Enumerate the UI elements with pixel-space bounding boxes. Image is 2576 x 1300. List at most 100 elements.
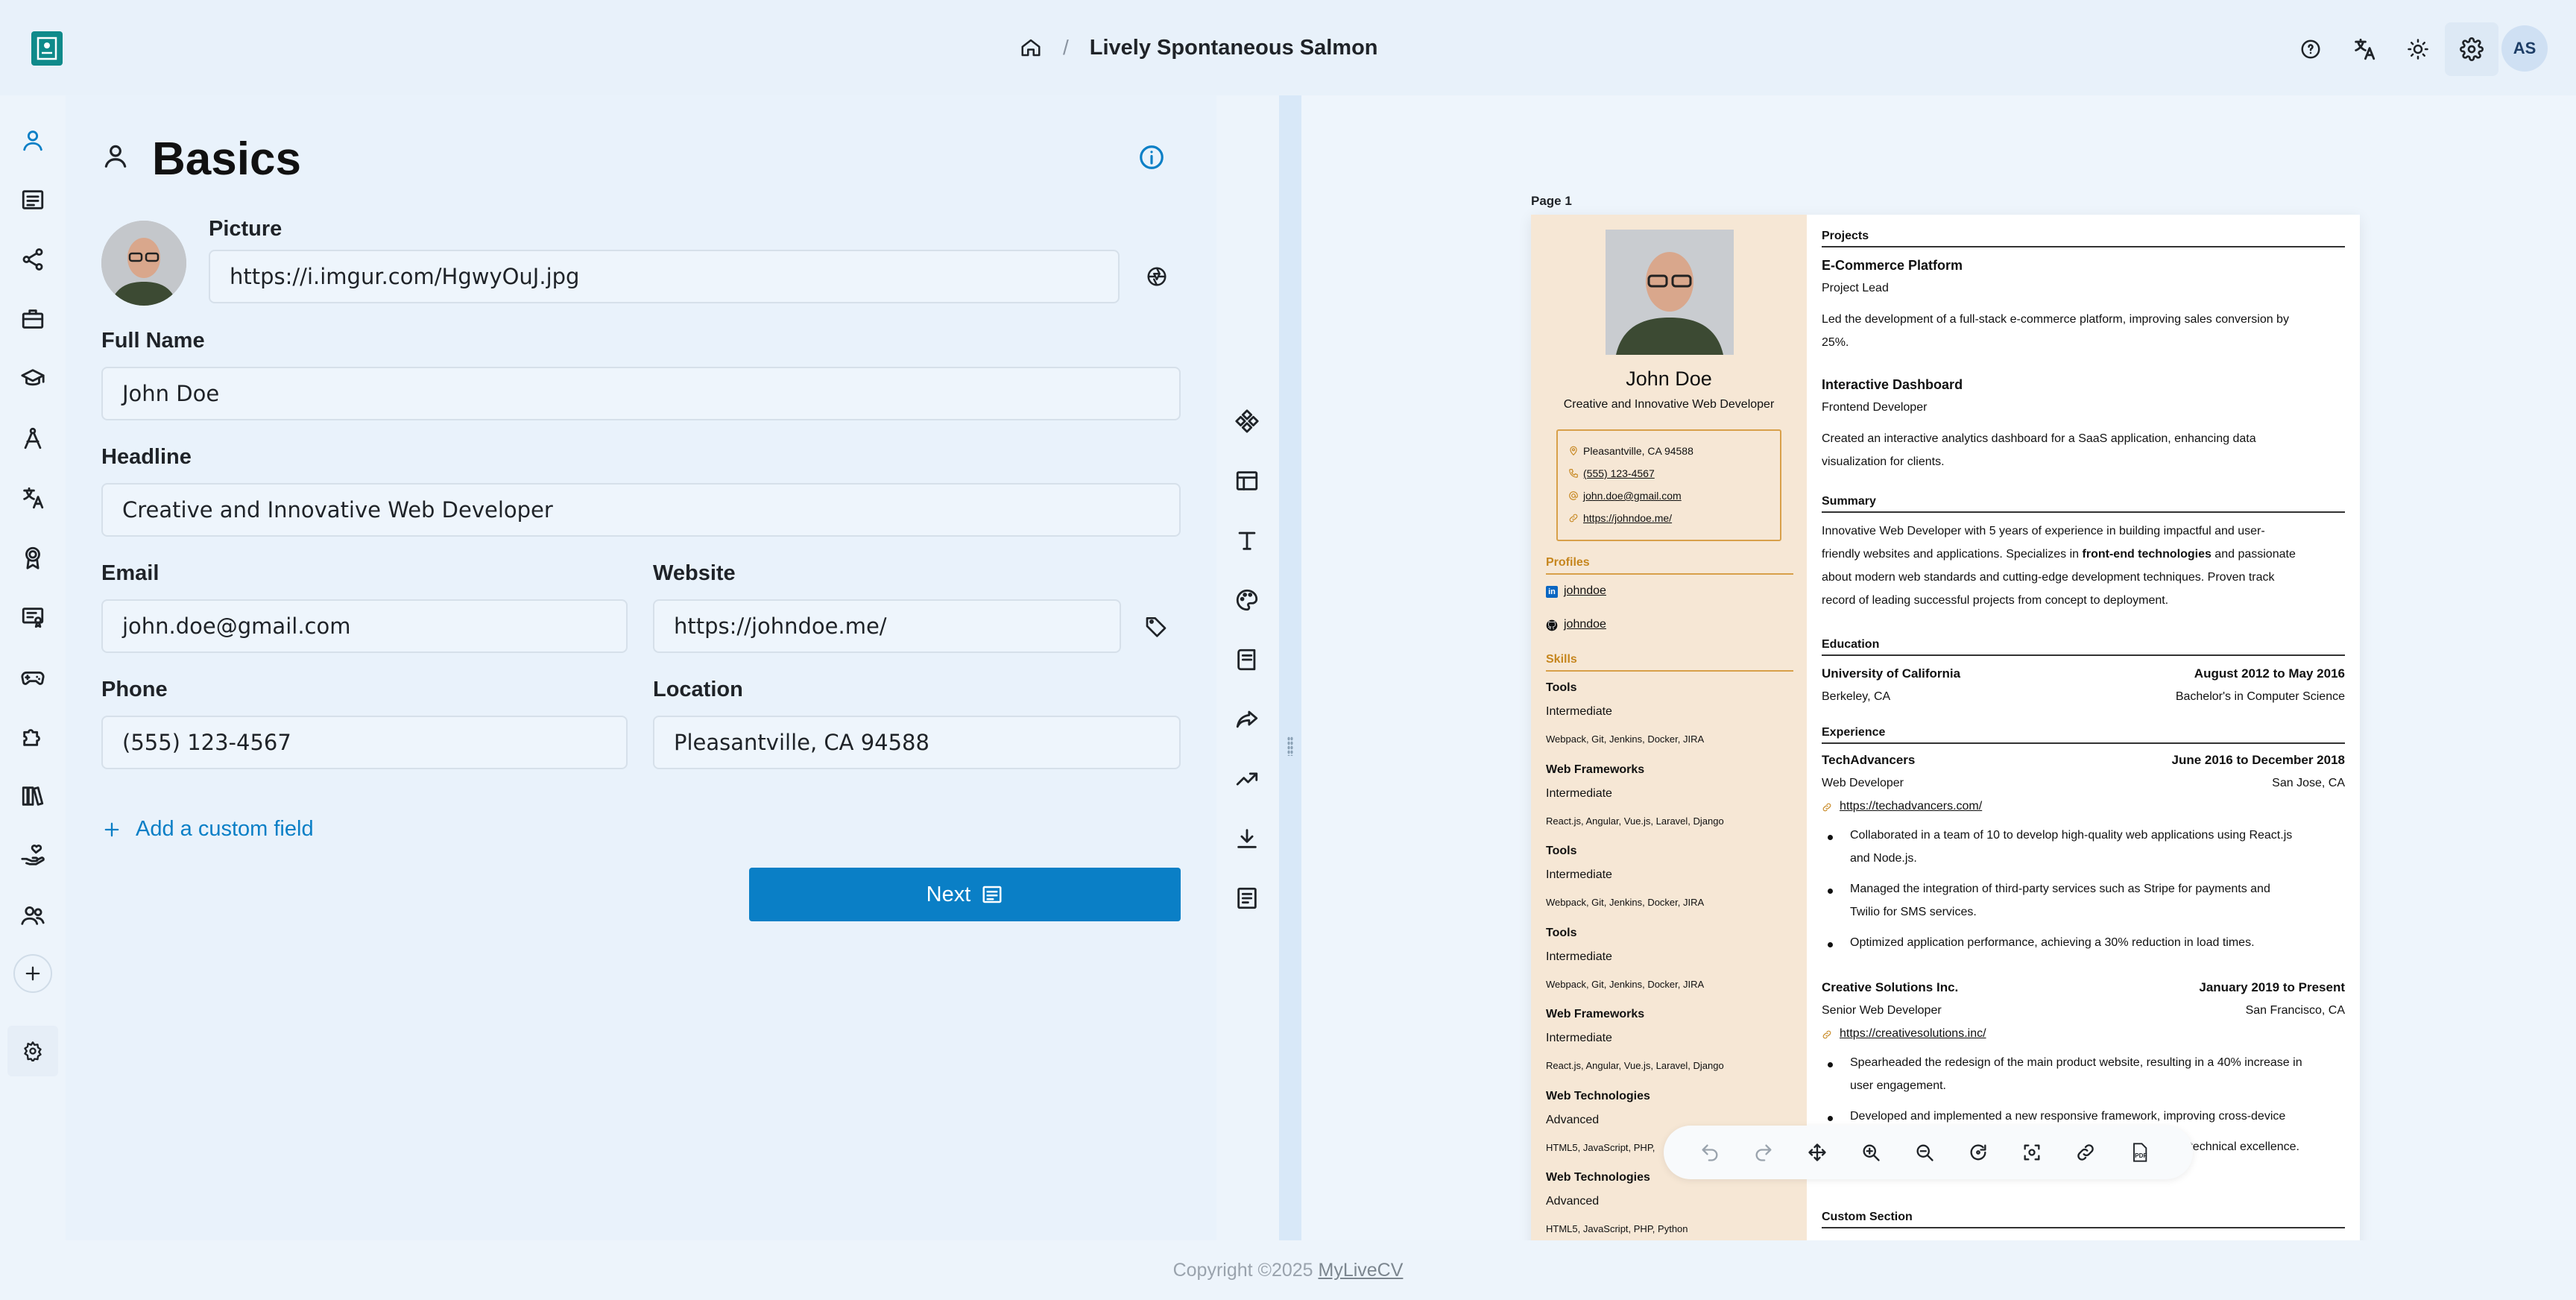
next-button[interactable]: Next [749, 868, 1181, 921]
gear-icon [22, 1041, 43, 1061]
skills-rule [1546, 670, 1793, 672]
location-input[interactable]: Pleasantville, CA 94588 [653, 716, 1181, 769]
bullet-dot [1828, 942, 1833, 947]
email-label: Email [101, 561, 160, 585]
download-icon[interactable] [1234, 826, 1260, 851]
sidebar-item-awards[interactable] [13, 538, 52, 577]
add-section-button[interactable] [13, 954, 52, 993]
language-button[interactable] [2337, 22, 2391, 76]
phone-input[interactable]: (555) 123-4567 [101, 716, 628, 769]
tag-icon[interactable] [1144, 614, 1168, 638]
profile-linkedin[interactable]: johndoe [1564, 584, 1606, 598]
experience-bullet-line: Twilio for SMS services. [1850, 906, 1977, 918]
contact-email[interactable]: john.doe@gmail.com [1583, 490, 1682, 502]
layout-icon[interactable] [1234, 468, 1260, 493]
sidebar-item-education[interactable] [13, 359, 52, 398]
app-logo[interactable] [31, 31, 63, 66]
settings-button[interactable] [2445, 22, 2498, 76]
sidebar-item-references[interactable] [13, 896, 52, 935]
picture-label: Picture [209, 217, 282, 241]
redo-icon[interactable] [1750, 1139, 1777, 1166]
skill-level: Intermediate [1546, 786, 1612, 800]
sidebar-item-certifications[interactable] [13, 598, 52, 637]
undo-icon[interactable] [1696, 1139, 1723, 1166]
sidebar-settings-button[interactable] [7, 1026, 58, 1076]
summary-emphasis: front-end technologies [2082, 548, 2212, 561]
center-focus-icon[interactable] [2018, 1139, 2045, 1166]
website-input[interactable]: https://johndoe.me/ [653, 599, 1121, 653]
sidebar-item-profiles[interactable] [13, 240, 52, 279]
top-bar: / Lively Spontaneous Salmon AS [0, 0, 2576, 95]
sidebar-item-summary[interactable] [13, 180, 52, 219]
page-icon[interactable] [1234, 647, 1260, 672]
aperture-icon[interactable] [1146, 265, 1168, 288]
sidebar-item-experience[interactable] [13, 300, 52, 338]
education-dates: August 2012 to May 2016 [2194, 666, 2345, 681]
resume-title[interactable]: Lively Spontaneous Salmon [1090, 36, 1378, 60]
email-input[interactable]: john.doe@gmail.com [101, 599, 628, 653]
design-toolstrip [1216, 95, 1279, 1240]
hand-heart-icon [20, 843, 45, 868]
add-custom-field-label: Add a custom field [136, 817, 314, 841]
panel-resize-handle[interactable] [1279, 95, 1301, 1240]
experience-url[interactable]: https://creativesolutions.inc/ [1840, 1027, 1986, 1041]
project-role: Frontend Developer [1822, 401, 1928, 414]
home-icon[interactable] [1020, 37, 1042, 59]
fullname-label: Full Name [101, 329, 205, 353]
profile-picture-avatar[interactable] [101, 221, 186, 306]
template-diamond-icon[interactable] [1234, 408, 1260, 434]
education-location: Berkeley, CA [1822, 690, 1891, 703]
theme-toggle-button[interactable] [2391, 22, 2445, 76]
typography-icon[interactable] [1234, 528, 1260, 553]
brand-link[interactable]: MyLiveCV [1319, 1260, 1404, 1281]
fullname-input[interactable]: John Doe [101, 367, 1181, 420]
notes-icon[interactable] [1234, 886, 1260, 911]
palette-icon[interactable] [1234, 587, 1260, 613]
user-avatar[interactable]: AS [2501, 25, 2548, 72]
resume-photo [1606, 230, 1734, 355]
share-arrow-icon[interactable] [1234, 707, 1260, 732]
page-label: Page 1 [1531, 194, 1572, 208]
project-desc: Created an interactive analytics dashboa… [1822, 432, 2256, 445]
contact-location: Pleasantville, CA 94588 [1583, 445, 1693, 457]
copy-link-icon[interactable] [2072, 1139, 2099, 1166]
resume-preview: Page 1 John Doe Creative and Innovative … [1301, 95, 2576, 1240]
sidebar-item-volunteering[interactable] [13, 836, 52, 875]
link-icon [1822, 802, 1832, 812]
education-degree: Bachelor's in Computer Science [2175, 690, 2345, 703]
profiles-heading: Profiles [1546, 556, 1590, 569]
help-icon [2299, 38, 2322, 60]
experience-company: TechAdvancers [1822, 753, 1916, 767]
zoom-out-icon[interactable] [1911, 1139, 1938, 1166]
project-desc: 25%. [1822, 336, 1849, 349]
skill-level: Intermediate [1546, 705, 1612, 718]
pan-icon[interactable] [1804, 1139, 1831, 1166]
sidebar-item-projects[interactable] [13, 717, 52, 756]
contact-website[interactable]: https://johndoe.me/ [1583, 512, 1672, 524]
trend-icon[interactable] [1234, 766, 1260, 792]
picture-url-input[interactable]: https://i.imgur.com/HgwyOuJ.jpg [209, 250, 1120, 303]
experience-url[interactable]: https://techadvancers.com/ [1840, 800, 1982, 813]
pdf-icon[interactable]: PDF [2126, 1139, 2153, 1166]
zoom-in-icon[interactable] [1857, 1139, 1884, 1166]
sidebar-item-languages[interactable] [13, 479, 52, 517]
sidebar-item-publications[interactable] [13, 777, 52, 815]
experience-role: Senior Web Developer [1822, 1004, 1942, 1017]
resume-headline: Creative and Innovative Web Developer [1563, 398, 1775, 411]
headline-input[interactable]: Creative and Innovative Web Developer [101, 483, 1181, 537]
sidebar-item-interests[interactable] [13, 657, 52, 696]
section-sidebar [0, 95, 66, 1103]
contact-phone[interactable]: (555) 123-4567 [1583, 467, 1655, 479]
link-icon [1822, 1029, 1832, 1040]
sun-icon [2407, 38, 2429, 60]
help-button[interactable] [2284, 22, 2337, 76]
sidebar-item-basics[interactable] [13, 121, 52, 160]
reset-zoom-icon[interactable] [1965, 1139, 1992, 1166]
add-custom-field-button[interactable]: Add a custom field [101, 817, 314, 842]
puzzle-icon [20, 724, 45, 749]
profile-github[interactable]: johndoe [1564, 618, 1606, 631]
sidebar-item-skills[interactable] [13, 419, 52, 458]
location-label: Location [653, 678, 743, 701]
info-icon[interactable] [1137, 143, 1166, 171]
headline-label: Headline [101, 445, 192, 469]
